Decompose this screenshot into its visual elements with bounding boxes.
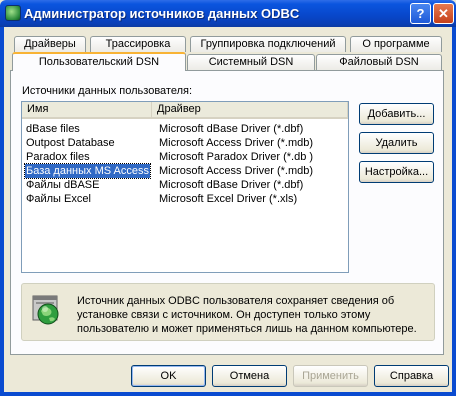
tab-drivers[interactable]: Драйверы — [14, 36, 86, 52]
list-item[interactable]: Файлы dBASE Microsoft dBase Driver (*.db… — [22, 178, 348, 192]
odbc-window: Администратор источников данных ODBC ? ✕… — [0, 0, 456, 396]
title-bar[interactable]: Администратор источников данных ODBC ? ✕ — [0, 0, 456, 27]
column-header-driver[interactable]: Драйвер — [152, 102, 348, 119]
odbc-app-icon — [5, 5, 21, 21]
tab-about[interactable]: О программе — [350, 36, 442, 52]
add-button[interactable]: Добавить... — [359, 103, 434, 125]
column-header-name[interactable]: Имя — [22, 102, 152, 119]
dsn-name: Outpost Database — [26, 137, 115, 149]
info-description: Источник данных ODBC пользователя сохран… — [77, 295, 417, 335]
remove-button[interactable]: Удалить — [359, 132, 434, 154]
list-label: Источники данных пользователя: — [22, 85, 193, 97]
list-item[interactable]: Outpost Database Microsoft Access Driver… — [22, 136, 348, 150]
ok-button[interactable]: OK — [131, 365, 206, 387]
dsn-driver: Microsoft Paradox Driver (*.db ) — [159, 151, 314, 163]
cancel-button[interactable]: Отмена — [212, 365, 287, 387]
dsn-name: Paradox files — [26, 151, 90, 163]
tab-connection-pooling[interactable]: Группировка подключений — [190, 36, 346, 52]
dsn-driver: Microsoft dBase Driver (*.dbf) — [159, 179, 304, 191]
tab-system-dsn[interactable]: Системный DSN — [187, 54, 315, 70]
tab-tracing[interactable]: Трассировка — [90, 36, 186, 52]
dsn-name: Файлы dBASE — [26, 179, 100, 191]
dsn-driver: Microsoft Excel Driver (*.xls) — [159, 193, 298, 205]
dsn-driver: Microsoft Access Driver (*.mdb) — [159, 137, 314, 149]
list-item-selected[interactable]: База данных MS Access Microsoft Access D… — [22, 163, 348, 179]
info-group: Источник данных ODBC пользователя сохран… — [21, 283, 435, 341]
dsn-name: База данных MS Access — [24, 163, 151, 179]
dsn-list[interactable]: Имя Драйвер dBase files Microsoft dBase … — [21, 101, 349, 273]
odbc-globe-icon — [32, 295, 59, 325]
dsn-driver: Microsoft dBase Driver (*.dbf) — [159, 123, 304, 135]
window-title: Администратор источников данных ODBC — [24, 6, 300, 21]
help-button[interactable]: Справка — [374, 365, 449, 387]
window-frame-left — [0, 27, 4, 396]
dsn-name: Файлы Excel — [26, 193, 91, 205]
list-item[interactable]: dBase files Microsoft dBase Driver (*.db… — [22, 122, 348, 136]
tab-file-dsn[interactable]: Файловый DSN — [316, 54, 442, 70]
window-frame-right — [452, 27, 456, 396]
list-item[interactable]: Paradox files Microsoft Paradox Driver (… — [22, 150, 348, 164]
close-title-button[interactable]: ✕ — [433, 3, 454, 24]
apply-button[interactable]: Применить — [293, 365, 368, 387]
tab-user-dsn[interactable]: Пользовательский DSN — [12, 52, 186, 71]
window-frame-bottom — [0, 392, 456, 396]
dsn-driver: Microsoft Access Driver (*.mdb) — [159, 165, 314, 177]
list-item[interactable]: Файлы Excel Microsoft Excel Driver (*.xl… — [22, 192, 348, 206]
dsn-name: dBase files — [26, 123, 80, 135]
help-title-button[interactable]: ? — [410, 3, 431, 24]
configure-button[interactable]: Настройка... — [359, 161, 434, 183]
